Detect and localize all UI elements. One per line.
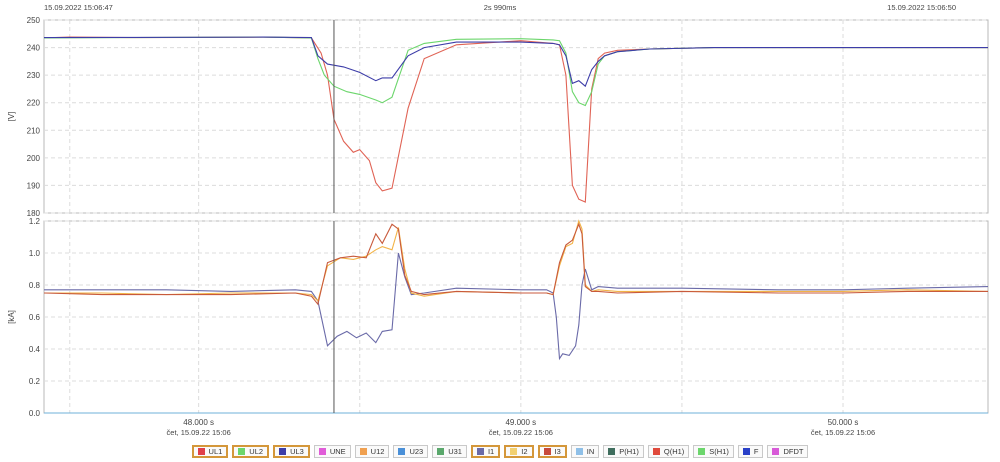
legend-swatch [398,447,406,455]
legend: UL1 UL2 UL3 UNE U12 U23 U31 I1 I2 I3 IN P(H1) Q(H1) S… [0,442,1000,460]
x-tick-label: 49.000 s [505,418,536,427]
legend-label: UL3 [290,446,304,456]
legend-item-ul3[interactable]: UL3 [273,444,310,458]
y-tick-label: 0.8 [29,281,41,290]
legend-label: Q(H1) [663,446,685,456]
legend-item-u23[interactable]: U23 [393,444,429,458]
legend-swatch [510,447,518,455]
y-tick-label: 1.2 [29,217,41,226]
x-tick-label: 50.000 s [828,418,859,427]
legend-label: UL1 [208,446,223,456]
legend-label: S(H1) [709,446,729,456]
legend-label: I2 [521,446,528,456]
legend-swatch [279,447,287,455]
legend-item-in[interactable]: IN [570,444,600,458]
legend-label: F [753,446,759,456]
y-tick-label: 0.4 [29,345,41,354]
y-tick-label: 0.0 [29,409,41,418]
y-tick-label: 0.2 [29,377,41,386]
legend-swatch [698,447,706,455]
chart-panel-1: 180190200210220230240250[V] [7,16,989,218]
y-tick-label: 220 [27,99,41,108]
legend-swatch [652,447,660,455]
legend-item-qh1[interactable]: Q(H1) [647,444,690,458]
y-tick-label: 0.6 [29,313,41,322]
plot-area [43,19,989,214]
x-tick-sublabel: čet, 15.09.22 15:06 [811,428,875,437]
y-axis-label: [kA] [7,310,16,324]
legend-item-i1[interactable]: I1 [470,444,501,458]
legend-item-i3[interactable]: I3 [537,444,567,458]
legend-swatch [543,447,551,455]
legend-swatch [608,447,616,455]
y-axis-label: [V] [7,112,16,122]
legend-label: UNE [329,446,346,456]
x-tick-sublabel: čet, 15.09.22 15:06 [489,428,553,437]
legend-item-ul1[interactable]: UL1 [191,444,229,458]
legend-swatch [197,447,205,455]
legend-item-u31[interactable]: U31 [432,444,467,458]
legend-label: P(H1) [619,446,639,456]
y-tick-label: 1.0 [29,249,41,258]
legend-label: UL2 [249,446,264,456]
legend-swatch [318,447,326,455]
legend-label: IN [586,446,595,456]
x-tick-label: 48.000 s [183,418,214,427]
y-tick-label: 240 [27,44,41,53]
y-tick-label: 190 [27,181,41,190]
legend-swatch [476,447,484,455]
x-tick-sublabel: čet, 15.09.22 15:06 [167,428,231,437]
legend-swatch [575,447,583,455]
legend-item-ph1[interactable]: P(H1) [603,444,644,458]
legend-item-ul2[interactable]: UL2 [232,444,270,458]
waveform-chart[interactable]: 180190200210220230240250[V]0.00.20.40.60… [0,0,1000,442]
legend-label: I3 [554,446,561,456]
y-tick-label: 230 [27,71,41,80]
legend-item-u12[interactable]: U12 [354,444,390,458]
legend-swatch [359,447,367,455]
legend-swatch [772,447,780,455]
legend-label: U12 [370,446,385,456]
legend-swatch [437,447,445,455]
legend-item-une[interactable]: UNE [313,444,351,458]
legend-swatch [238,447,246,455]
legend-label: U23 [409,446,424,456]
y-tick-label: 210 [27,126,41,135]
legend-item-i2[interactable]: I2 [504,444,534,458]
legend-label: U31 [448,446,462,456]
legend-label: I1 [487,446,495,456]
legend-item-sh1[interactable]: S(H1) [693,444,734,458]
chart-panel-2: 0.00.20.40.60.81.01.2[kA]48.000 sčet, 15… [7,217,989,437]
y-tick-label: 250 [27,16,41,25]
legend-item-dfdt[interactable]: DFDT [767,444,809,458]
y-tick-label: 200 [27,154,41,163]
legend-label: DFDT [783,446,804,456]
legend-swatch [742,447,750,455]
legend-item-f[interactable]: F [737,444,764,458]
